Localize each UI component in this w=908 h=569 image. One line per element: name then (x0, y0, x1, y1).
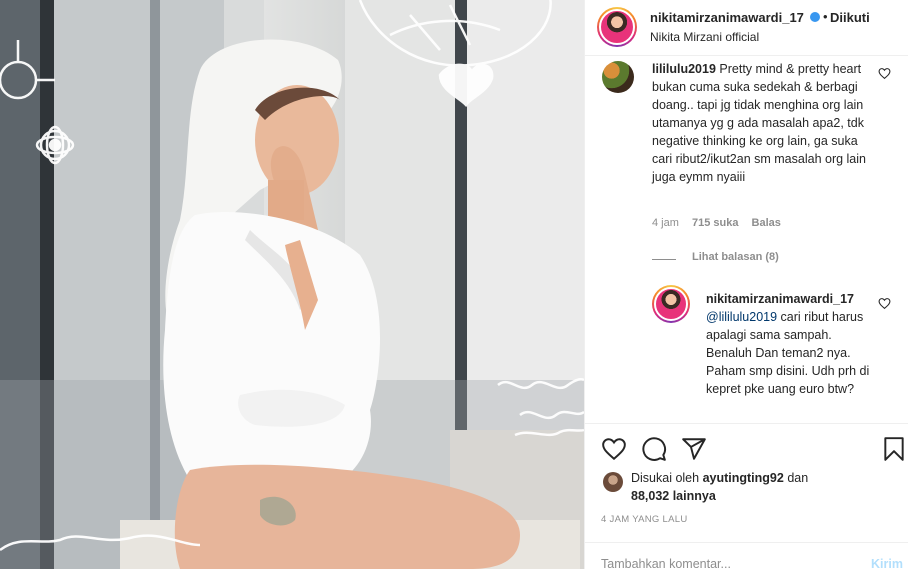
comment-likes[interactable]: 715 suka (692, 217, 738, 229)
comment-like-heart-icon[interactable] (878, 67, 891, 80)
likes-count-button[interactable]: 88,032 lainnya (631, 489, 716, 503)
reply-mention-link[interactable]: @lililulu2019 (706, 310, 777, 324)
view-replies-button[interactable]: Lihat balasan (8) (692, 251, 779, 263)
comment-text: Pretty mind & pretty heart bukan cuma su… (652, 62, 866, 184)
reply-body: nikitamirzanimawardi_17 @lililulu2019 ca… (706, 290, 872, 398)
comment-meta: 4 jam 715 suka Balas (652, 217, 791, 229)
likes-middle: dan (783, 471, 809, 485)
comment-icon[interactable] (641, 436, 667, 462)
heart-icon[interactable] (601, 436, 627, 462)
reply-avatar[interactable] (652, 285, 690, 323)
comments-list[interactable]: lililulu2019 Pretty mind & pretty heart … (585, 57, 908, 423)
comment-avatar[interactable] (602, 61, 634, 93)
reply-like-heart-icon[interactable] (878, 297, 891, 310)
bookmark-icon[interactable] (881, 436, 907, 462)
post-actions: Disukai oleh ayutingting92 dan 88,032 la… (585, 423, 908, 569)
comment-time[interactable]: 4 jam (652, 217, 679, 229)
header-username[interactable]: nikitamirzanimawardi_17 (650, 10, 804, 25)
comment-input[interactable] (601, 555, 841, 569)
post-side-panel: nikitamirzanimawardi_17 • Diikuti Nikita… (584, 0, 908, 569)
post-image[interactable] (0, 0, 584, 569)
comment-body: lililulu2019 Pretty mind & pretty heart … (652, 60, 872, 186)
verified-badge-icon (810, 12, 820, 22)
post-header: nikitamirzanimawardi_17 • Diikuti Nikita… (585, 0, 908, 56)
send-icon[interactable] (681, 436, 707, 462)
header-subtitle[interactable]: Nikita Mirzani official (650, 30, 759, 44)
follow-status-button[interactable]: Diikuti (830, 10, 870, 25)
likes-summary: Disukai oleh ayutingting92 dan 88,032 la… (631, 469, 808, 505)
post-photo-illustration (0, 0, 584, 569)
comment-reply-button[interactable]: Balas (752, 217, 781, 229)
liker-username[interactable]: ayutingting92 (703, 471, 784, 485)
likes-prefix: Disukai oleh (631, 471, 703, 485)
post-timestamp[interactable]: 4 JAM YANG LALU (601, 514, 688, 525)
post-comment-button[interactable]: Kirim (871, 557, 903, 569)
comment-username[interactable]: lililulu2019 (652, 62, 716, 76)
reply-username[interactable]: nikitamirzanimawardi_17 (706, 292, 854, 306)
liker-avatar[interactable] (603, 472, 623, 492)
header-dot: • (823, 9, 828, 24)
view-replies-line (652, 259, 676, 260)
add-comment-bar: Kirim (585, 542, 908, 569)
profile-avatar[interactable] (597, 7, 637, 47)
